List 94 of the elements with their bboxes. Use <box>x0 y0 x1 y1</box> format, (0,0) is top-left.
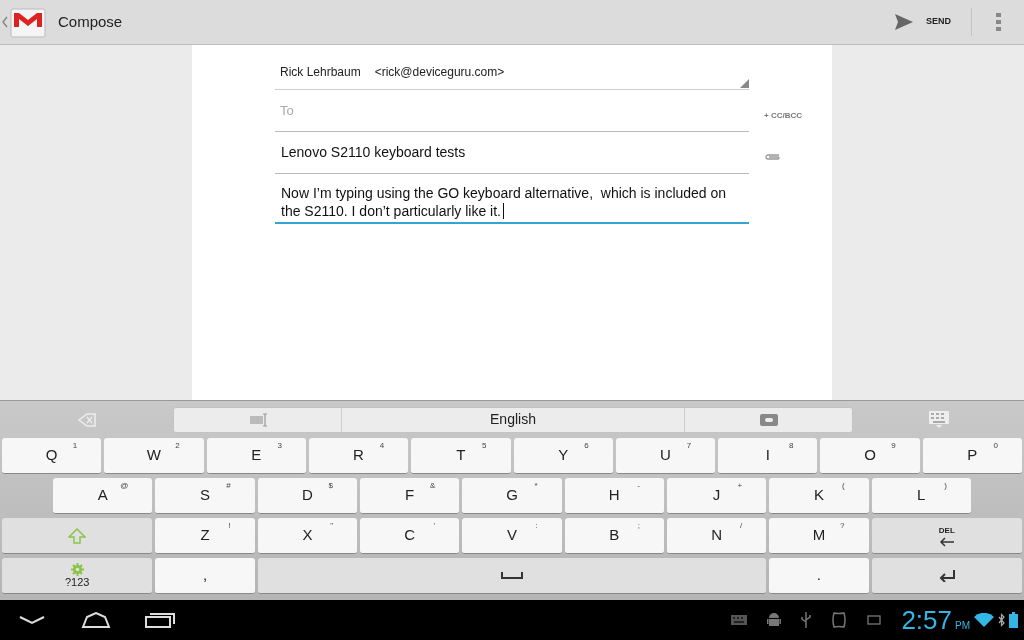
key[interactable]: R 4 <box>308 438 409 474</box>
key[interactable]: , <box>155 558 255 594</box>
shift-arrow-icon <box>68 527 87 544</box>
key-hint: * <box>534 480 538 492</box>
key-hint: 6 <box>584 440 589 452</box>
enter-key[interactable] <box>871 558 1022 594</box>
symbols-key[interactable]: ?123 <box>2 558 153 594</box>
key-hint: ; <box>637 520 640 532</box>
key[interactable]: O 9 <box>820 438 920 474</box>
key-hint: ( <box>841 480 845 492</box>
battery-icon <box>1009 612 1018 628</box>
back-caret-icon <box>2 16 8 28</box>
home-icon <box>81 612 111 628</box>
send-icon <box>894 13 914 31</box>
key-hint: : <box>535 520 538 532</box>
to-field[interactable]: To <box>275 90 749 132</box>
keyboard-icon <box>928 410 949 429</box>
key-hint: 9 <box>891 440 896 452</box>
key-hint: " <box>330 520 334 532</box>
clock-time: 2:57 <box>901 603 952 637</box>
key-hint: 7 <box>686 440 692 452</box>
key[interactable]: U 7 <box>615 438 716 474</box>
key[interactable]: B ; <box>564 518 664 554</box>
key[interactable]: E 3 <box>206 438 306 474</box>
key[interactable]: H - <box>564 478 664 514</box>
key[interactable]: C ' <box>360 518 460 554</box>
key[interactable]: P 0 <box>922 438 1022 474</box>
key[interactable]: X " <box>257 518 358 554</box>
back-chevron-icon <box>19 615 45 625</box>
shift-key[interactable] <box>2 518 153 554</box>
mail-app-icon <box>10 5 46 39</box>
screen-rotation-icon <box>867 615 882 625</box>
key[interactable]: L ) <box>871 478 971 514</box>
usb-icon <box>801 612 812 628</box>
key-hint: ! <box>228 520 231 532</box>
bluetooth-icon <box>998 613 1005 627</box>
key-hint: ' <box>433 520 436 532</box>
key-hint: @ <box>120 480 129 492</box>
keyboard-icon <box>731 615 748 625</box>
key-hint: / <box>740 520 743 532</box>
message-body-field[interactable]: Now I’m typing using the GO keyboard alternative, which is included on the S2110. I don’t particularly like it. <box>275 174 749 224</box>
language-button[interactable]: English <box>342 407 684 432</box>
key[interactable]: T 5 <box>411 438 511 474</box>
key-hint: 8 <box>788 440 794 452</box>
key-hint: 3 <box>277 440 282 452</box>
screen-title: Compose <box>58 11 123 32</box>
key[interactable]: N / <box>666 518 767 554</box>
key[interactable]: D $ <box>257 478 358 514</box>
overflow-menu-icon <box>995 13 1001 31</box>
key-hint: 2 <box>175 440 180 452</box>
key[interactable]: . <box>769 558 869 594</box>
send-button[interactable]: SEND <box>882 0 963 44</box>
key[interactable]: V : <box>462 518 562 554</box>
cc-bcc-button[interactable]: + CC/BCC <box>764 110 802 122</box>
key-hint: 0 <box>993 440 998 452</box>
from-account-dropdown[interactable]: Rick Lehrbaum <rick@deviceguru.com> <box>275 55 749 90</box>
key[interactable]: I 8 <box>718 438 818 474</box>
key-hint: + <box>737 480 743 492</box>
key-hint: 5 <box>482 440 487 452</box>
key[interactable]: G * <box>462 478 562 514</box>
key-hint: 4 <box>379 440 385 452</box>
key[interactable]: K ( <box>769 478 869 514</box>
key-hint: - <box>637 480 640 492</box>
enter-arrow-icon <box>937 569 956 582</box>
key-hint: $ <box>328 480 334 492</box>
space-key[interactable] <box>257 558 767 594</box>
key[interactable]: F & <box>360 478 460 514</box>
key[interactable]: Z ! <box>155 518 255 554</box>
key[interactable]: W 2 <box>104 438 204 474</box>
key[interactable]: M ? <box>769 518 869 554</box>
text-cursor-box-icon <box>248 412 267 427</box>
key-hint: # <box>226 480 231 492</box>
subject-field[interactable]: Lenovo S2110 keyboard tests <box>275 132 749 174</box>
key[interactable]: Y 6 <box>513 438 613 474</box>
key[interactable]: J + <box>666 478 767 514</box>
key[interactable]: Q 1 <box>2 438 102 474</box>
clock-meridiem: PM <box>955 618 970 633</box>
delete-key[interactable]: DEL <box>871 518 1022 554</box>
key-hint: 1 <box>72 440 78 452</box>
space-bar-icon <box>501 572 523 579</box>
key-hint: ? <box>840 520 845 532</box>
key-hint: ) <box>944 480 947 492</box>
rounded-rect-icon <box>759 413 778 426</box>
wifi-icon <box>974 613 994 627</box>
recent-apps-icon <box>145 612 175 628</box>
robot-icon <box>767 612 782 628</box>
key-hint: & <box>430 480 436 492</box>
key[interactable]: S # <box>155 478 255 514</box>
gear-icon <box>70 563 84 576</box>
key[interactable]: A @ <box>53 478 153 514</box>
dropdown-triangle-icon <box>740 79 749 88</box>
backspace-arrow-icon <box>76 411 97 428</box>
left-arrow-icon <box>938 536 955 547</box>
text-cursor <box>502 203 504 219</box>
